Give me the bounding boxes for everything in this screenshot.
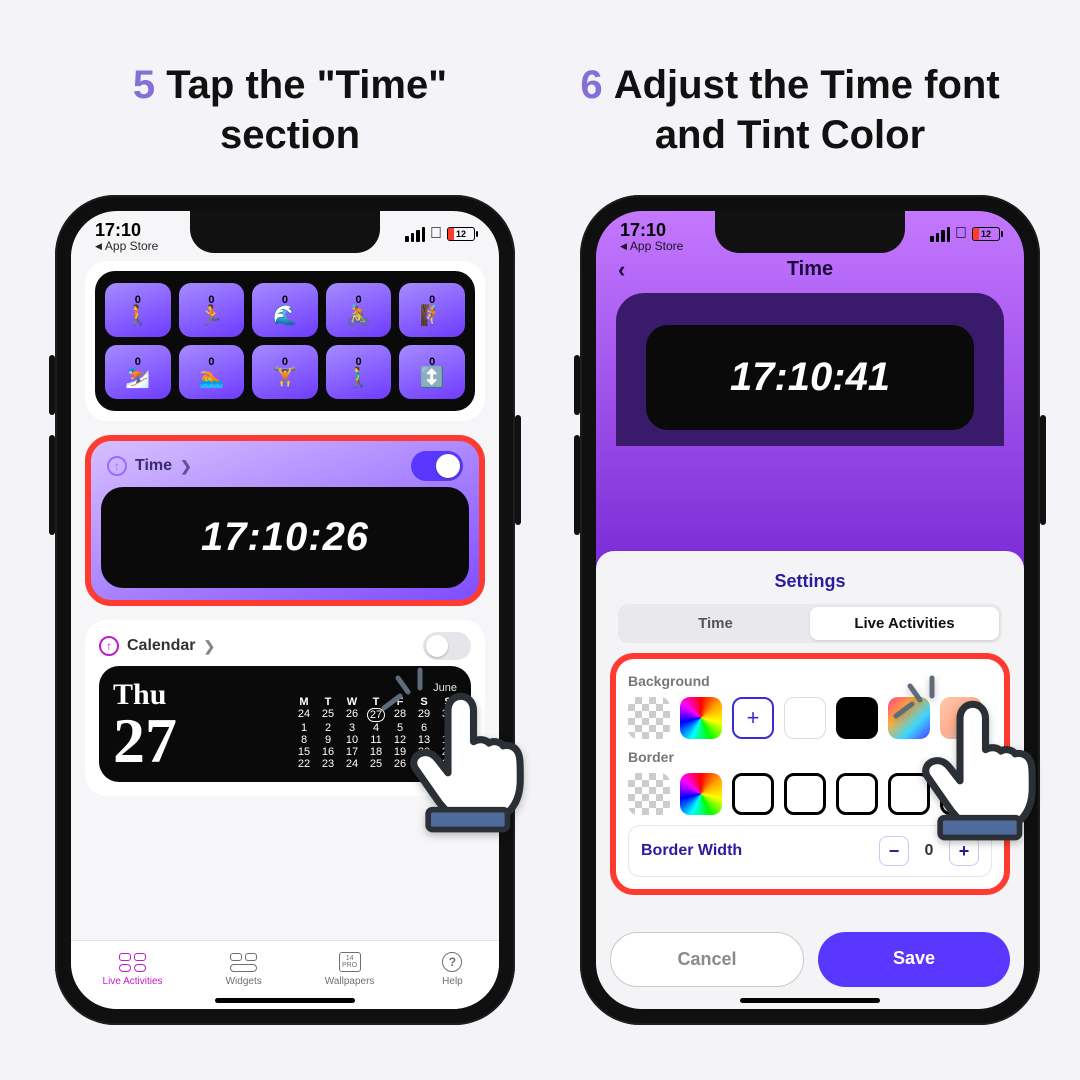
stepper-plus[interactable]: + [949, 836, 979, 866]
swatch-white[interactable] [784, 697, 826, 739]
border-width-stepper: − 0 + [879, 836, 979, 866]
border-width-row: Border Width − 0 + [628, 825, 992, 877]
signal-icon [930, 227, 950, 242]
activity-cell[interactable]: 0🌊 [252, 283, 318, 337]
swatch-gradient-soft[interactable] [940, 697, 982, 739]
battery-icon: 12 [972, 227, 1000, 241]
segment-time[interactable]: Time [621, 607, 810, 640]
settings-heading: Settings [610, 571, 1010, 592]
activity-cell[interactable]: 0🧗 [399, 283, 465, 337]
save-button[interactable]: Save [818, 932, 1010, 987]
activity-widget-card[interactable]: 0🚶0🏃0🌊0🚴0🧗 0⛷️0🏊0🏋️0🚶‍♂️0↕️ [85, 261, 485, 421]
time-section-header[interactable]: ↑ Time ❯ [107, 456, 192, 476]
activity-cell[interactable]: 0↕️ [399, 345, 465, 399]
phone-left: 17:10 App Store 􀙇 12 0🚶0🏃0🌊0🚴0🧗0⛷️0🏊0🏋️0… [55, 195, 515, 1025]
swatch-transparent[interactable] [628, 773, 670, 815]
time-section-card[interactable]: ↑ Time ❯ 17:10:26 [85, 435, 485, 606]
calendar-widget-preview: Thu 27 JuneMTWTFSS2425262728293012345678… [99, 666, 471, 782]
swatch-border-magenta[interactable] [940, 773, 982, 815]
background-swatches: + [628, 697, 992, 739]
settings-highlight-box: Background + Border [610, 653, 1010, 895]
home-indicator[interactable] [740, 998, 880, 1003]
swatch-border-green[interactable] [836, 773, 878, 815]
segment-live-activities[interactable]: Live Activities [810, 607, 999, 640]
page-title: Time [787, 258, 833, 281]
stepper-minus[interactable]: − [879, 836, 909, 866]
notch [190, 211, 380, 253]
stepper-value: 0 [917, 842, 941, 860]
home-indicator[interactable] [215, 998, 355, 1003]
back-button[interactable]: ‹ [618, 257, 625, 283]
status-back-app[interactable]: App Store [95, 240, 158, 253]
calendar-section-card[interactable]: ↑ Calendar ❯ Thu 27 JuneMTWTFSS242526272… [85, 620, 485, 796]
border-label: Border [628, 749, 992, 765]
activity-cell[interactable]: 0⛷️ [105, 345, 171, 399]
time-widget-preview: 17:10:26 [101, 487, 469, 588]
time-preview: 17:10:41 [646, 325, 974, 430]
chevron-right-icon: ❯ [203, 638, 215, 655]
border-swatches [628, 773, 992, 815]
widgets-icon [230, 953, 257, 972]
nav-bar: ‹ Time [596, 258, 1024, 281]
status-back-app[interactable]: App Store [620, 240, 683, 253]
swatch-border-orange[interactable] [784, 773, 826, 815]
phone-right: 17:10 App Store 􀙇 12 ‹ Time 17:10:41 Set… [580, 195, 1040, 1025]
tab-live-activities[interactable]: Live Activities [103, 951, 163, 987]
notch [715, 211, 905, 253]
activity-cell[interactable]: 0🚶‍♂️ [326, 345, 392, 399]
calendar-section-header[interactable]: ↑ Calendar ❯ [99, 632, 471, 660]
swatch-color-picker[interactable] [680, 773, 722, 815]
live-activities-icon [119, 953, 146, 972]
cancel-button[interactable]: Cancel [610, 932, 804, 987]
step-number: 6 [580, 63, 602, 107]
widget-preview-frame: 17:10:41 [616, 293, 1004, 446]
activity-cell[interactable]: 0🏊 [179, 345, 245, 399]
activity-cell[interactable]: 0🚶 [105, 283, 171, 337]
activity-cell[interactable]: 0🏃 [179, 283, 245, 337]
wifi-icon: 􀙇 [955, 225, 967, 243]
swatch-border-red[interactable] [732, 773, 774, 815]
step-number: 5 [133, 63, 155, 107]
wifi-icon: 􀙇 [430, 225, 442, 243]
step-headings: 5 Tap the "Time" section 6 Adjust the Ti… [0, 0, 1080, 160]
tab-help[interactable]: ? Help [437, 951, 467, 987]
step-6-heading: 6 Adjust the Time font and Tint Color [560, 60, 1020, 160]
step-5-heading: 5 Tap the "Time" section [60, 60, 520, 160]
swatch-border-blue[interactable] [888, 773, 930, 815]
activity-grid: 0🚶0🏃0🌊0🚴0🧗 0⛷️0🏊0🏋️0🚶‍♂️0↕️ [95, 271, 475, 411]
chevron-right-icon: ❯ [180, 458, 192, 475]
swatch-gradient-vivid[interactable] [888, 697, 930, 739]
activity-cell[interactable]: 0🏋️ [252, 345, 318, 399]
calendar-toggle[interactable] [423, 632, 471, 660]
help-icon: ? [442, 952, 462, 972]
status-time: 17:10 [95, 221, 158, 240]
swatch-color-picker[interactable] [680, 697, 722, 739]
swatch-transparent[interactable] [628, 697, 670, 739]
settings-sheet: Settings Time Live Activities Background… [596, 551, 1024, 1009]
arrow-up-icon: ↑ [99, 636, 119, 656]
signal-icon [405, 227, 425, 242]
status-time: 17:10 [620, 221, 683, 240]
swatch-add[interactable]: + [732, 697, 774, 739]
swatch-black[interactable] [836, 697, 878, 739]
tab-wallpapers[interactable]: 14PRO Wallpapers [325, 951, 375, 987]
settings-segment[interactable]: Time Live Activities [618, 604, 1002, 643]
time-toggle[interactable] [411, 451, 463, 481]
activity-cell[interactable]: 0🚴 [326, 283, 392, 337]
battery-icon: 12 [447, 227, 475, 241]
tab-widgets[interactable]: Widgets [226, 951, 262, 987]
wallpapers-icon: 14PRO [339, 952, 361, 972]
background-label: Background [628, 673, 992, 689]
arrow-up-icon: ↑ [107, 456, 127, 476]
